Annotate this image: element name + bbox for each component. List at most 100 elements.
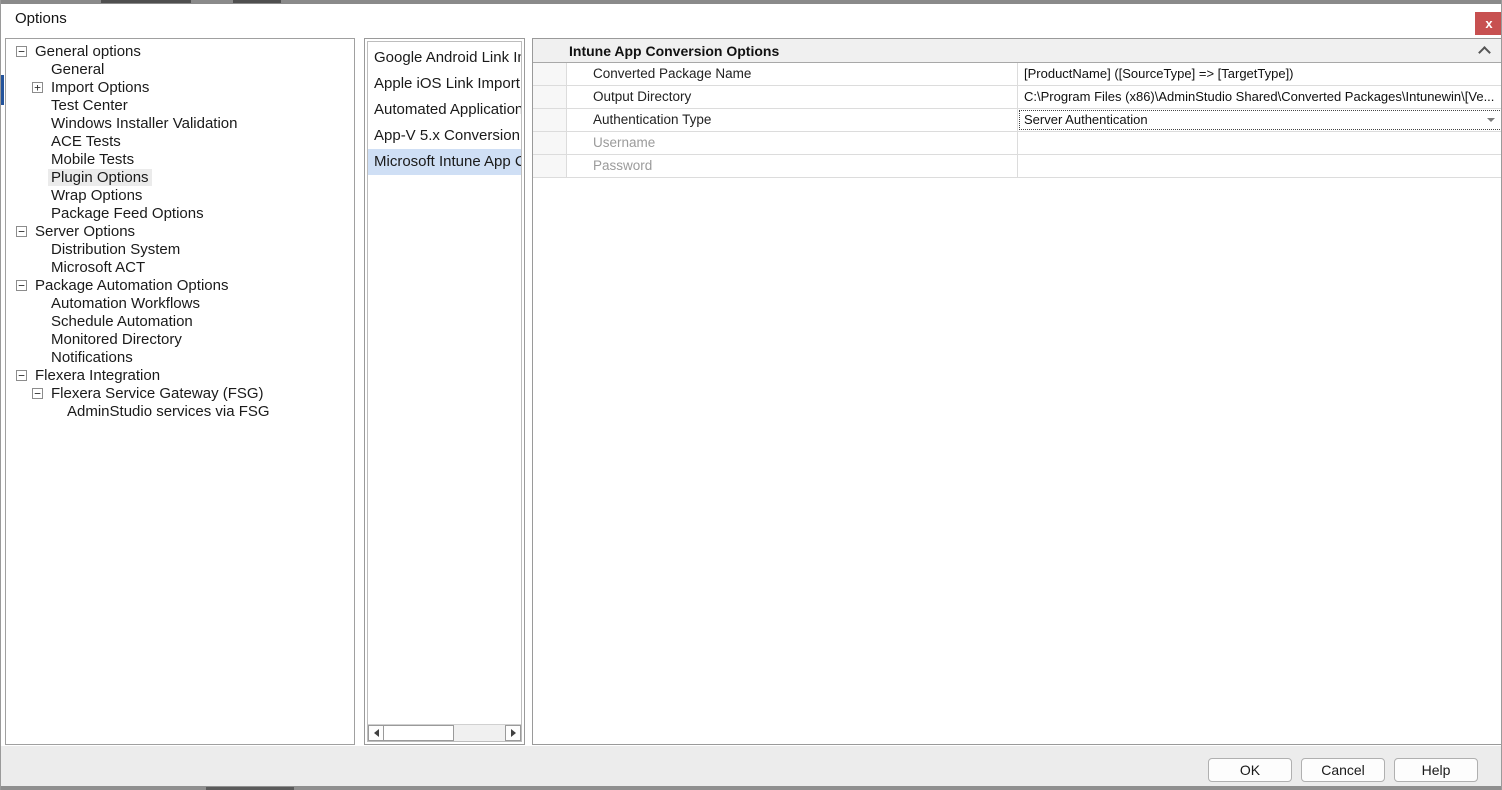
property-group-header[interactable]: Intune App Conversion Options (533, 39, 1502, 63)
tree-item-label: Import Options (48, 79, 152, 96)
tree-expander-icon[interactable]: − (16, 226, 27, 237)
options-tree-panel: − General options General + Import Optio… (5, 38, 355, 745)
background-edge-segment (233, 0, 281, 3)
tree-item-label: Distribution System (48, 241, 183, 258)
property-row: Output Directory C:\Program Files (x86)\… (533, 86, 1502, 109)
scroll-left-button[interactable] (368, 725, 384, 741)
tree-item[interactable]: Notifications (6, 348, 354, 366)
tree-item[interactable]: − Server Options (6, 222, 354, 240)
tree-item-label: Server Options (32, 223, 138, 240)
property-row: Username (533, 132, 1502, 155)
scroll-right-button[interactable] (505, 725, 521, 741)
horizontal-scrollbar[interactable] (368, 724, 521, 741)
tree-item[interactable]: Windows Installer Validation (6, 114, 354, 132)
tree-item[interactable]: Automation Workflows (6, 294, 354, 312)
dialog-button[interactable]: OK (1208, 758, 1292, 782)
scrollbar-thumb[interactable] (384, 725, 454, 741)
property-value-field[interactable]: [ProductName] ([SourceType] => [TargetTy… (1018, 63, 1502, 85)
tree-item-label: General options (32, 43, 144, 60)
property-grid-panel: Intune App Conversion Options Converted … (532, 38, 1502, 745)
dialog-button[interactable]: Help (1394, 758, 1478, 782)
property-rows: Converted Package Name [ProductName] ([S… (533, 63, 1502, 178)
tree-item-label: Windows Installer Validation (48, 115, 240, 132)
background-window-top-edge (1, 0, 1502, 4)
tree-item[interactable]: + Import Options (6, 78, 354, 96)
property-label: Username (567, 132, 1018, 154)
tree-item[interactable]: − General options (6, 42, 354, 60)
background-window-bottom-edge (1, 786, 1502, 790)
tree-item-label: Monitored Directory (48, 331, 185, 348)
plugin-list-item[interactable]: App-V 5.x Conversion P (368, 123, 521, 149)
property-value-field[interactable] (1018, 155, 1502, 177)
chevron-down-icon[interactable] (1487, 118, 1495, 122)
plugin-list-item[interactable]: Automated Application (368, 97, 521, 123)
tree-item-label: Microsoft ACT (48, 259, 148, 276)
property-row-gutter (533, 109, 567, 131)
tree-item-label: Schedule Automation (48, 313, 196, 330)
tree-item[interactable]: Package Feed Options (6, 204, 354, 222)
property-row: Authentication Type Server Authenticatio… (533, 109, 1502, 132)
tree-item-label: Flexera Integration (32, 367, 163, 384)
scroll-left-icon (374, 729, 379, 737)
dialog-footer: OK Cancel Help (1, 746, 1502, 786)
property-value-text: Server Authentication (1024, 112, 1148, 127)
property-value-field[interactable] (1018, 132, 1502, 154)
background-window-blue-edge (1, 75, 4, 105)
property-label: Converted Package Name (567, 63, 1018, 85)
plugin-list-item[interactable]: Google Android Link Im (368, 45, 521, 71)
tree-item-label: Automation Workflows (48, 295, 203, 312)
tree-expander-icon[interactable]: + (32, 82, 43, 93)
tree-item[interactable]: AdminStudio services via FSG (6, 402, 354, 420)
tree-item[interactable]: Wrap Options (6, 186, 354, 204)
property-row-gutter (533, 63, 567, 85)
tree-item-label: Notifications (48, 349, 136, 366)
property-row: Password (533, 155, 1502, 178)
tree-item[interactable]: General (6, 60, 354, 78)
plugin-list-item[interactable]: Apple iOS Link Import P (368, 71, 521, 97)
options-dialog: Options x − General options General + Im… (0, 0, 1502, 790)
tree-expander-icon[interactable]: − (16, 280, 27, 291)
tree-item[interactable]: ACE Tests (6, 132, 354, 150)
tree-expander-icon[interactable]: − (16, 46, 27, 57)
tree-item[interactable]: − Flexera Service Gateway (FSG) (6, 384, 354, 402)
property-row-gutter (533, 155, 567, 177)
tree-item-label: Flexera Service Gateway (FSG) (48, 385, 267, 402)
tree-item[interactable]: Mobile Tests (6, 150, 354, 168)
property-row-gutter (533, 132, 567, 154)
tree-expander-icon[interactable]: − (16, 370, 27, 381)
collapse-chevron-icon[interactable] (1478, 46, 1491, 59)
tree-item-label: General (48, 61, 107, 78)
property-label: Authentication Type (567, 109, 1018, 131)
tree-item-label: Package Feed Options (48, 205, 207, 222)
tree-expander-icon[interactable]: − (32, 388, 43, 399)
tree-item[interactable]: − Package Automation Options (6, 276, 354, 294)
tree-item-label: Package Automation Options (32, 277, 231, 294)
tree-item[interactable]: Distribution System (6, 240, 354, 258)
tree-item[interactable]: Test Center (6, 96, 354, 114)
property-value-text: C:\Program Files (x86)\AdminStudio Share… (1024, 89, 1494, 104)
tree-item[interactable]: − Flexera Integration (6, 366, 354, 384)
tree-item-label: Plugin Options (48, 169, 152, 186)
background-edge-segment (101, 0, 191, 3)
plugin-list-item[interactable]: Microsoft Intune App C (368, 149, 521, 175)
property-value-field[interactable]: C:\Program Files (x86)\AdminStudio Share… (1018, 86, 1502, 108)
property-label: Output Directory (567, 86, 1018, 108)
property-value-field[interactable]: Server Authentication (1018, 109, 1502, 131)
property-group-title: Intune App Conversion Options (569, 43, 779, 59)
tree-item[interactable]: Plugin Options (6, 168, 354, 186)
tree-item-label: Wrap Options (48, 187, 145, 204)
dialog-button[interactable]: Cancel (1301, 758, 1385, 782)
tree-item[interactable]: Microsoft ACT (6, 258, 354, 276)
plugin-list-box: Google Android Link ImApple iOS Link Imp… (367, 41, 522, 742)
tree-item-label: Mobile Tests (48, 151, 137, 168)
tree-item-label: ACE Tests (48, 133, 124, 150)
property-label: Password (567, 155, 1018, 177)
footer-buttons: OK Cancel Help (1208, 758, 1478, 782)
scroll-right-icon (511, 729, 516, 737)
close-button[interactable]: x (1475, 12, 1502, 35)
tree-item[interactable]: Schedule Automation (6, 312, 354, 330)
tree-item-label: AdminStudio services via FSG (64, 403, 273, 420)
tree-item[interactable]: Monitored Directory (6, 330, 354, 348)
dialog-title: Options (15, 10, 67, 27)
tree-item-label: Test Center (48, 97, 131, 114)
